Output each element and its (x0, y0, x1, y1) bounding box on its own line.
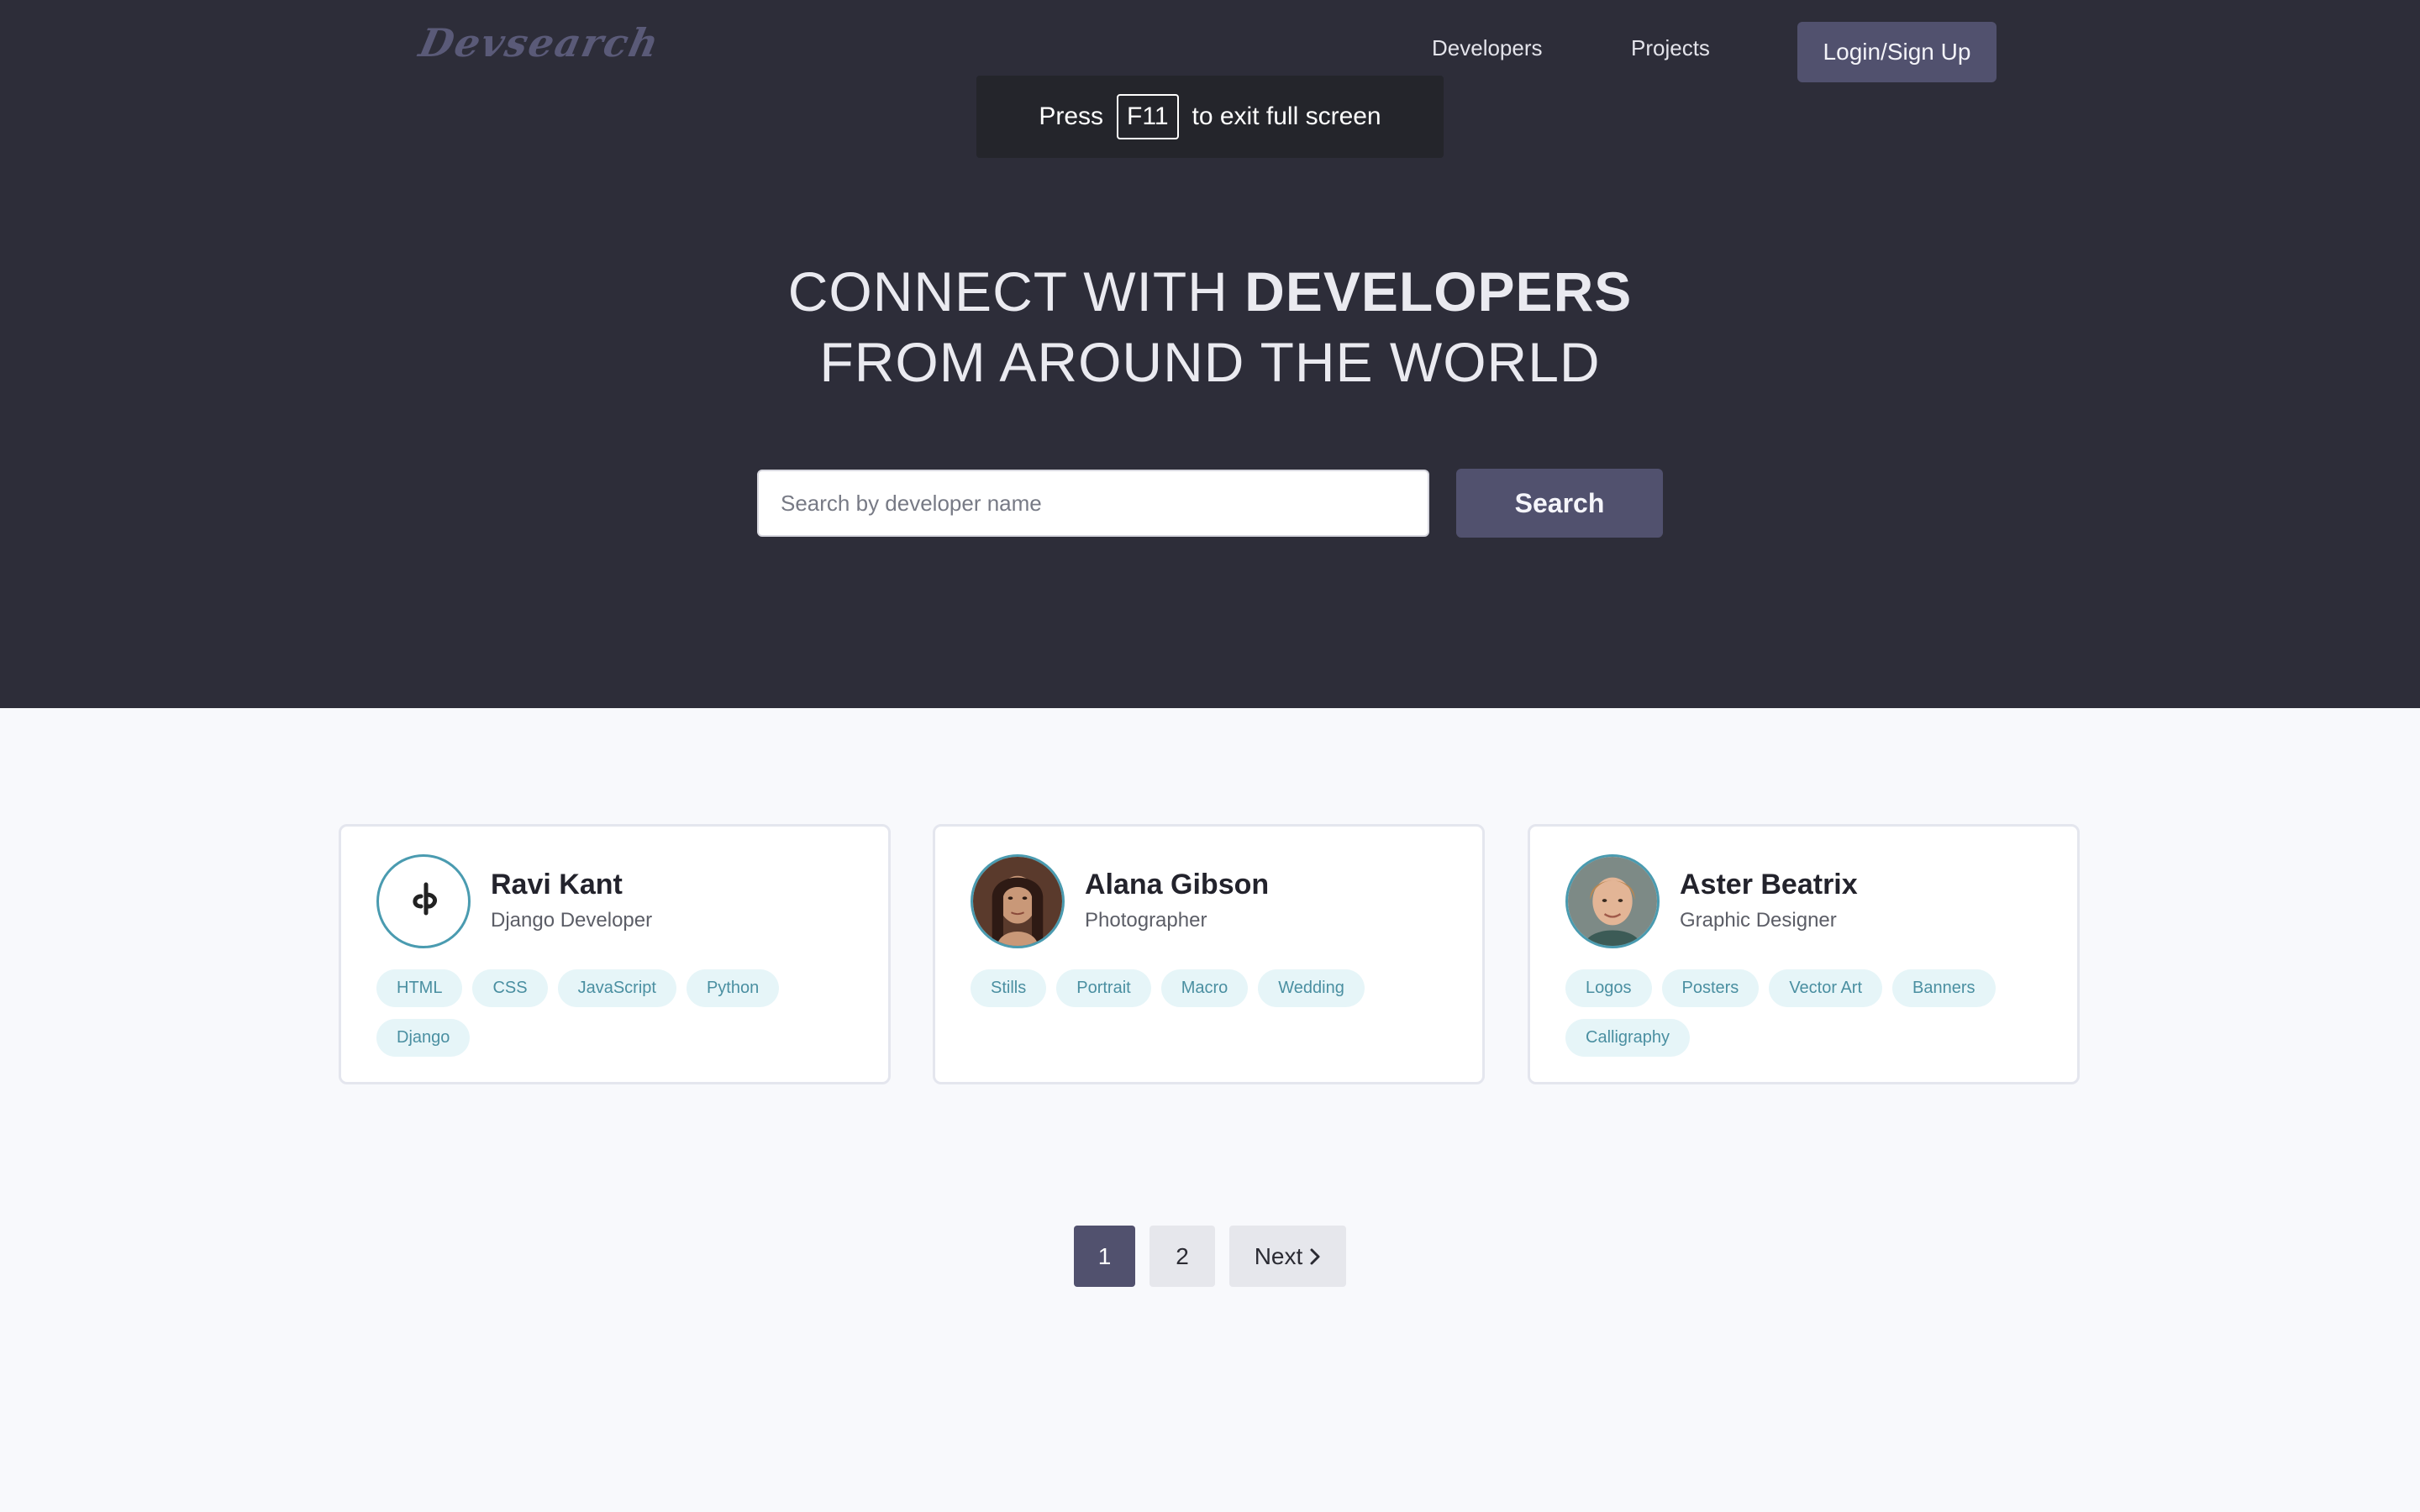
developer-card[interactable]: Aster Beatrix Graphic Designer Logos Pos… (1528, 824, 2080, 1084)
skill-tag: Logos (1565, 969, 1652, 1007)
chevron-right-icon (1310, 1248, 1320, 1264)
skill-tag: Portrait (1056, 969, 1151, 1007)
skill-tag: Django (376, 1019, 471, 1057)
skill-tag: Python (686, 969, 780, 1007)
pagination-page-1[interactable]: 1 (1074, 1226, 1135, 1287)
developer-name: Alana Gibson (1085, 869, 1270, 900)
skill-tags: Stills Portrait Macro Wedding (971, 969, 1466, 1007)
portrait-photo-icon (1568, 857, 1657, 946)
avatar (1565, 854, 1660, 948)
developer-role: Photographer (1085, 909, 1207, 932)
fullscreen-notice: Press F11 to exit full screen (976, 76, 1444, 158)
skill-tag: Wedding (1258, 969, 1365, 1007)
skill-tag: HTML (376, 969, 463, 1007)
developer-role: Django Developer (491, 909, 653, 932)
skill-tag: Calligraphy (1565, 1019, 1691, 1057)
developer-name: Aster Beatrix (1680, 869, 1858, 900)
developer-card[interactable]: Ravi Kant Django Developer HTML CSS Java… (339, 824, 891, 1084)
avatar (971, 854, 1065, 948)
headline-light-text: CONNECT WITH (787, 260, 1228, 323)
skill-tag: Macro (1160, 969, 1249, 1007)
brand-logo[interactable]: Devsearch (415, 20, 664, 66)
hero-section: Devsearch Developers Projects Login/Sign… (0, 0, 2420, 708)
django-logo-icon (413, 882, 438, 916)
developer-card[interactable]: Alana Gibson Photographer Stills Portrai… (933, 824, 1485, 1084)
skill-tags: Logos Posters Vector Art Banners Calligr… (1565, 969, 2061, 1057)
skill-tag: Vector Art (1769, 969, 1883, 1007)
pagination-next-button[interactable]: Next (1229, 1226, 1346, 1287)
developer-role: Graphic Designer (1680, 909, 1837, 932)
developer-search-input[interactable] (757, 470, 1429, 537)
login-signup-button[interactable]: Login/Sign Up (1797, 22, 1996, 82)
pagination-next-label: Next (1254, 1242, 1303, 1269)
avatar (376, 854, 471, 948)
skill-tags: HTML CSS JavaScript Python Django (376, 969, 872, 1057)
headline-second-line: FROM AROUND THE WORLD (819, 331, 1601, 393)
fullscreen-notice-prefix: Press (1039, 102, 1104, 130)
f11-key-badge: F11 (1117, 94, 1179, 139)
pagination-page-2[interactable]: 2 (1150, 1226, 1215, 1287)
headline-bold-text: DEVELOPERS (1244, 260, 1633, 323)
skill-tag: CSS (472, 969, 548, 1007)
search-button[interactable]: Search (1456, 469, 1663, 538)
skill-tag: Banners (1892, 969, 1996, 1007)
skill-tag: Posters (1661, 969, 1760, 1007)
skill-tag: JavaScript (557, 969, 676, 1007)
portrait-photo-icon (973, 857, 1062, 946)
nav-link-projects[interactable]: Projects (1631, 35, 1710, 61)
nav-link-developers[interactable]: Developers (1432, 35, 1543, 61)
fullscreen-notice-suffix: to exit full screen (1192, 102, 1381, 130)
developer-name: Ravi Kant (491, 869, 623, 900)
hero-headline: CONNECT WITH DEVELOPERS FROM AROUND THE … (0, 256, 2420, 397)
skill-tag: Stills (971, 969, 1047, 1007)
